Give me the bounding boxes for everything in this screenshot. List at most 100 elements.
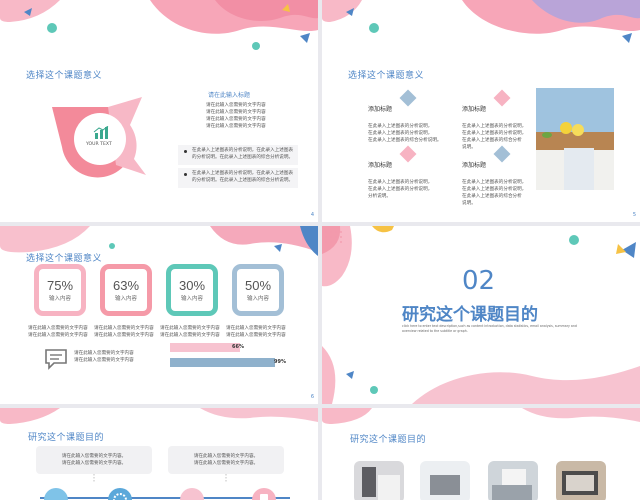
slide-thumbnail-7[interactable]: 研究这个课题目的 请在此输入您需要的文字内容。 请在此输入您需要的文字内容。 请… xyxy=(0,408,318,500)
bullet-line: 在此录入上述图表的分析说明，在此录入上述图表 xyxy=(192,148,294,153)
box-line: 请在此输入您需要的文字内容。 xyxy=(193,454,259,459)
item-label: 添加标题 xyxy=(368,162,393,169)
section-heading: 研究这个课题目的 xyxy=(402,305,538,325)
diamond-icon xyxy=(493,89,511,107)
text-box: 请在此输入您需要的文字内容。 请在此输入您需要的文字内容。 xyxy=(168,446,284,474)
percent-value: 63% xyxy=(112,278,140,293)
bullet-line: 的分析说明。在此录入上述图表的综合分析说明。 xyxy=(192,155,294,160)
timeline-graphic xyxy=(40,474,290,500)
percent-label: 输入内容 xyxy=(246,296,269,302)
diamond-icon xyxy=(399,89,417,107)
bar-label: 添加标题 xyxy=(174,369,195,375)
card-caption: 请在此输入您需要的文字内容 请在此输入您需要的文字内容 xyxy=(226,325,286,339)
progress-bar: 添加标题 99% xyxy=(170,358,286,375)
slide-title: 选择这个课题意义 xyxy=(26,254,103,264)
chat-line: 请在此输入您需要的文字内容 xyxy=(74,358,134,363)
percent-card: 63% 输入内容 xyxy=(100,264,152,316)
diamond-icon xyxy=(399,145,417,163)
photo xyxy=(488,461,538,500)
info-item: 添加标题 在此录入上述图表的分析说明， 在此录入上述图表的分析说明， 分析说明。 xyxy=(368,145,433,200)
percent-card: 30% 输入内容 xyxy=(166,264,218,316)
bullet-row: 在此录入上述图表的分析说明，在此录入上述图表 的分析说明。在此录入上述图表的综合… xyxy=(178,145,298,165)
text-line: 请在此输入您需要的文字内容 xyxy=(206,110,266,115)
percent-card: 50% 输入内容 xyxy=(232,264,284,316)
item-line: 在此录入上述图表的分析说明， xyxy=(368,187,433,192)
bar-value: 99% xyxy=(274,359,286,365)
item-line: 在此录入上述图表的分析说明， xyxy=(462,187,527,192)
chat-line: 请在此输入您需要的文字内容 xyxy=(74,351,134,356)
slide-title: 选择这个课题意义 xyxy=(348,71,425,81)
progress-bar: 添加标题 66% xyxy=(170,343,276,360)
box-line: 请在此输入您需要的文字内容。 xyxy=(61,461,127,466)
percent-value: 75% xyxy=(46,278,74,293)
item-label: 添加标题 xyxy=(462,162,487,169)
slide-title: 选择这个课题意义 xyxy=(26,71,103,81)
caption-line: 请在此输入您需要的文字内容 xyxy=(28,333,88,338)
photo xyxy=(556,461,606,500)
slide-thumbnail-6[interactable]: 选择这个课题意义 75% 输入内容 63% 输入内容 30% 输入内容 50% … xyxy=(0,226,318,404)
percent-value: 30% xyxy=(178,278,206,293)
slide-thumbnail-4[interactable]: 选择这个课题意义 YOUR TEXT 请在此输入标题 请在此输入您需要的文字内容… xyxy=(0,0,318,222)
caption-line: 请在此输入您需要的文字内容 xyxy=(94,326,154,331)
box-line: 请在此输入您需要的文字内容。 xyxy=(193,461,259,466)
caption-line: 请在此输入您需要的文字内容 xyxy=(160,333,220,338)
bullet-dot xyxy=(184,150,187,153)
progress-fill: 添加标题 xyxy=(170,358,275,375)
page-number: 6 xyxy=(310,394,314,400)
caption-line: 请在此输入您需要的文字内容 xyxy=(226,333,286,338)
text-line: 请在此输入您需要的文字内容 xyxy=(206,124,266,129)
item-line: 在此录入上述图表的分析说明， xyxy=(462,124,527,129)
card-caption: 请在此输入您需要的文字内容 请在此输入您需要的文字内容 xyxy=(160,325,220,339)
section-number: 02 xyxy=(462,266,496,296)
caption-line: 请在此输入您需要的文字内容 xyxy=(226,326,286,331)
info-item: 添加标题 在此录入上述图表的分析说明， 在此录入上述图表的分析说明， 在此录入上… xyxy=(462,89,527,151)
slide-title: 研究这个课题目的 xyxy=(28,433,105,443)
percent-value: 50% xyxy=(244,278,272,293)
item-line: 说明。 xyxy=(462,201,476,206)
bullet-row: 在此录入上述图表的分析说明，在此录入上述图表 的分析说明。在此录入上述图表的综合… xyxy=(178,168,298,188)
item-line: 在此录入上述图表的分析说明， xyxy=(368,124,433,129)
item-line: 在此录入上述图表的分析说明， xyxy=(368,180,433,185)
item-label: 添加标题 xyxy=(462,106,487,113)
bar-value: 66% xyxy=(232,344,244,350)
ring-label: YOUR TEXT xyxy=(86,142,112,147)
photo xyxy=(536,88,614,190)
slide-thumbnail-8[interactable]: 研究这个课题目的 xyxy=(322,408,640,500)
text-box: 请在此输入您需要的文字内容。 请在此输入您需要的文字内容。 xyxy=(36,446,152,474)
percent-label: 输入内容 xyxy=(114,296,137,302)
chat-icon xyxy=(45,349,67,370)
slide-thumbnail-section[interactable]: 02 研究这个课题目的 click here to enter text des… xyxy=(322,226,640,404)
subheading: 请在此输入标题 xyxy=(208,92,251,99)
caption-line: 请在此输入您需要的文字内容 xyxy=(94,333,154,338)
decorative-header-shapes xyxy=(322,0,640,43)
caption-line: 请在此输入您需要的文字内容 xyxy=(28,326,88,331)
percent-label: 输入内容 xyxy=(180,296,203,302)
item-label: 添加标题 xyxy=(368,106,393,113)
bullet-line: 在此录入上述图表的分析说明，在此录入上述图表 xyxy=(192,171,294,176)
slide-thumbnail-5[interactable]: 选择这个课题意义 添加标题 在此录入上述图表的分析说明， 在此录入上述图表的分析… xyxy=(322,0,640,222)
text-line: 请在此输入您需要的文字内容 xyxy=(206,103,266,108)
card-caption: 请在此输入您需要的文字内容 请在此输入您需要的文字内容 xyxy=(94,325,154,339)
slide-title: 研究这个课题目的 xyxy=(350,435,427,445)
info-item: 添加标题 在此录入上述图表的分析说明， 在此录入上述图表的分析说明， 在此录入上… xyxy=(462,145,527,207)
chart-icon xyxy=(93,126,109,139)
percent-card: 75% 输入内容 xyxy=(34,264,86,316)
section-description: click here to enter text description,suc… xyxy=(402,324,577,334)
card-caption: 请在此输入您需要的文字内容 请在此输入您需要的文字内容 xyxy=(28,325,88,339)
page-number: 4 xyxy=(310,212,314,218)
photo xyxy=(420,461,470,500)
desc-line: overview related to the subtitle or grap… xyxy=(402,329,468,333)
item-line: 在此录入上述图表的分析说明， xyxy=(462,180,527,185)
bullet-line: 的分析说明。在此录入上述图表的综合分析说明。 xyxy=(192,178,294,183)
item-line: 在此录入上述图表的综合分析 xyxy=(462,194,522,199)
bullet-dot xyxy=(184,173,187,176)
info-item: 添加标题 在此录入上述图表的分析说明， 在此录入上述图表的分析说明， 在此录入上… xyxy=(368,89,442,144)
percent-label: 输入内容 xyxy=(48,296,71,302)
item-line: 在此录入上述图表的综合分析说明。 xyxy=(368,138,442,143)
chat-text: 请在此输入您需要的文字内容 请在此输入您需要的文字内容 xyxy=(74,350,134,364)
item-line: 在此录入上述图表的分析说明， xyxy=(368,131,433,136)
item-line: 分析说明。 xyxy=(368,194,391,199)
item-line: 在此录入上述图表的综合分析 xyxy=(462,138,522,143)
item-line: 在此录入上述图表的分析说明， xyxy=(462,131,527,136)
page-number: 5 xyxy=(632,212,636,218)
